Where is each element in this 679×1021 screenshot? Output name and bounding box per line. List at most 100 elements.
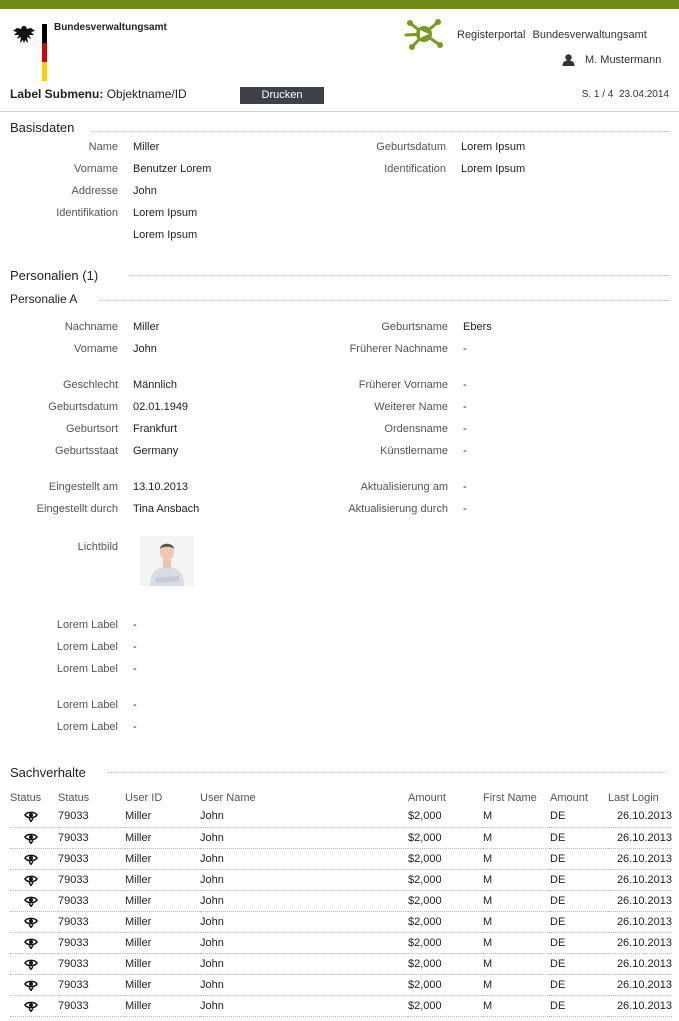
cell-last-login: 26.10.2013 (608, 890, 672, 912)
cell-user-name: John (200, 953, 408, 975)
user-menu[interactable]: M. Mustermann (562, 54, 661, 66)
cell-user-id: Miller (125, 974, 200, 996)
status-cell[interactable] (10, 953, 58, 975)
registerportal-logo-icon (404, 19, 443, 50)
field-value: Miller (133, 321, 160, 333)
cell-user-name: John (200, 932, 408, 954)
column-header[interactable]: First Name (483, 789, 550, 806)
column-header[interactable]: User Name (200, 789, 408, 806)
cell-status: 79033 (58, 848, 125, 870)
column-header[interactable]: Last Login (608, 789, 672, 806)
field-label: Geburtsname (381, 321, 448, 333)
table-row[interactable]: 79033 Miller John $2,000 M DE 26.10.2013 (10, 827, 672, 849)
agency-name: Bundesverwaltungsamt (54, 22, 167, 33)
field-value: - (463, 423, 467, 435)
status-cell[interactable] (10, 911, 58, 933)
status-cell[interactable] (10, 869, 58, 891)
status-cell[interactable] (10, 890, 58, 912)
view-eye-icon[interactable] (24, 979, 38, 991)
portal-title: Registerportal Bundesverwaltungsamt (457, 29, 647, 41)
table-row[interactable]: 79033 Miller John $2,000 M DE 26.10.2013 (10, 848, 672, 870)
field-value: - (133, 641, 137, 653)
table-row[interactable]: 79033 Miller John $2,000 M DE 26.10.2013 (10, 806, 672, 828)
view-eye-icon[interactable] (24, 916, 38, 928)
field-value: Germany (133, 445, 179, 457)
section-title-basisdaten: Basisdaten (10, 120, 75, 135)
status-cell[interactable] (10, 827, 58, 849)
cell-first-name: M (483, 827, 550, 849)
cell-user-name: John (200, 974, 408, 996)
status-cell[interactable] (10, 848, 58, 870)
section-divider (108, 772, 666, 773)
view-eye-icon[interactable] (24, 937, 38, 949)
cell-status: 79033 (58, 806, 125, 828)
page-number: S. 1 / 4 (581, 89, 614, 100)
column-header[interactable]: User ID (125, 789, 200, 806)
cell-status: 79033 (58, 827, 125, 849)
status-cell[interactable] (10, 974, 58, 996)
profile-photo[interactable] (140, 536, 194, 586)
cell-amount2: DE (550, 806, 608, 828)
column-header[interactable]: Status (58, 789, 125, 806)
cell-status: 79033 (58, 869, 125, 891)
section-divider (128, 275, 669, 276)
field-label: Lorem Label (56, 641, 118, 653)
view-eye-icon[interactable] (24, 853, 38, 865)
field-value: 13.10.2013 (133, 481, 189, 493)
section-divider (92, 131, 669, 132)
user-name: M. Mustermann (585, 54, 662, 66)
field-value: - (133, 721, 137, 733)
section-title-sachverhalte: Sachverhalte (10, 765, 86, 780)
field-label: Addresse (71, 185, 118, 197)
cell-user-name: John (200, 911, 408, 933)
field-value: John (133, 343, 157, 355)
view-eye-icon[interactable] (24, 832, 38, 844)
table-row[interactable]: 79033 Miller John $2,000 M DE 26.10.2013 (10, 995, 672, 1017)
table-row[interactable]: 79033 Miller John $2,000 M DE 26.10.2013 (10, 932, 672, 954)
table-row[interactable]: 79033 Miller John $2,000 M DE 26.10.2013 (10, 974, 672, 996)
view-eye-icon[interactable] (24, 958, 38, 970)
print-button[interactable]: Drucken (240, 87, 324, 104)
cell-amount: $2,000 (408, 869, 483, 891)
cell-amount2: DE (550, 995, 608, 1017)
field-label: Identification (384, 163, 446, 175)
field-value: Lorem Ipsum (461, 163, 526, 175)
cell-last-login: 26.10.2013 (608, 848, 672, 870)
cell-user-name: John (200, 806, 408, 828)
table-row[interactable]: 79033 Miller John $2,000 M DE 26.10.2013 (10, 911, 672, 933)
field-label: Eingestellt am (48, 481, 118, 493)
sachverhalte-table: Status Status User ID User Name Amount F… (10, 789, 672, 1017)
cell-amount2: DE (550, 890, 608, 912)
cell-user-id: Miller (125, 848, 200, 870)
status-cell[interactable] (10, 995, 58, 1017)
field-label: Name (88, 141, 118, 153)
status-cell[interactable] (10, 932, 58, 954)
table-row[interactable]: 79033 Miller John $2,000 M DE 26.10.2013 (10, 869, 672, 891)
brand-top-bar (0, 0, 679, 9)
column-header[interactable]: Amount (408, 789, 483, 806)
view-eye-icon[interactable] (24, 1000, 38, 1012)
cell-amount2: DE (550, 911, 608, 933)
cell-user-id: Miller (125, 932, 200, 954)
status-cell[interactable] (10, 806, 58, 828)
field-label: Geburtsstaat (55, 445, 118, 457)
table-row[interactable]: 79033 Miller John $2,000 M DE 26.10.2013 (10, 890, 672, 912)
view-eye-icon[interactable] (24, 895, 38, 907)
table-header-row: Status Status User ID User Name Amount F… (10, 789, 672, 806)
cell-user-id: Miller (125, 827, 200, 849)
cell-last-login: 26.10.2013 (608, 932, 672, 954)
column-header[interactable]: Amount (550, 789, 608, 806)
cell-status: 79033 (58, 974, 125, 996)
portal-agency: Bundesverwaltungsamt (532, 29, 647, 41)
column-header[interactable]: Status (10, 789, 58, 806)
view-eye-icon[interactable] (24, 874, 38, 886)
view-eye-icon[interactable] (24, 810, 38, 823)
field-label: Weiterer Name (374, 401, 448, 413)
cell-status: 79033 (58, 911, 125, 933)
field-label: Eingestellt durch (36, 503, 118, 515)
cell-last-login: 26.10.2013 (608, 869, 672, 891)
cell-last-login: 26.10.2013 (608, 911, 672, 933)
table-row[interactable]: 79033 Miller John $2,000 M DE 26.10.2013 (10, 953, 672, 975)
cell-first-name: M (483, 869, 550, 891)
header-divider (0, 111, 679, 112)
